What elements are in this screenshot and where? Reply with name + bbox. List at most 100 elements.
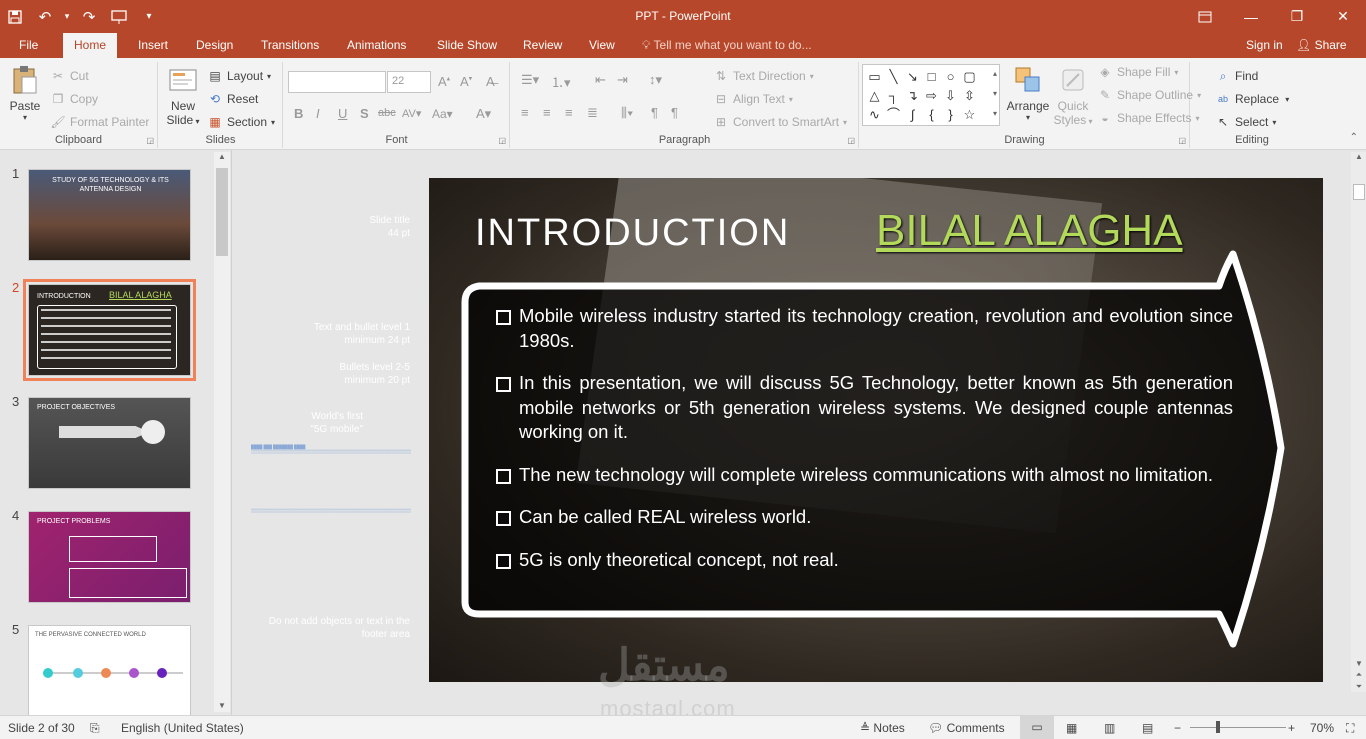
scroll-down-icon[interactable]: ▼ [214, 701, 230, 710]
slide-author[interactable]: BILAL ALAGHA [876, 206, 1183, 256]
language-indicator[interactable]: English (United States) [121, 721, 244, 735]
increase-font-icon[interactable]: A▴ [438, 74, 450, 89]
zoom-slider[interactable] [1190, 727, 1286, 728]
increase-indent-icon[interactable]: ⇥ [617, 72, 628, 88]
italic-icon[interactable]: I [316, 106, 320, 121]
scroll-up-icon[interactable]: ▲ [214, 152, 230, 161]
line-spacing-icon[interactable]: ↕▾ [649, 72, 662, 88]
zoom-in-icon[interactable]: + [1288, 721, 1295, 735]
reading-view-icon[interactable]: ▥ [1104, 721, 1115, 735]
editor-scroll-thumb[interactable] [1353, 184, 1365, 200]
layout-button[interactable]: ▤ Layout ▾ [207, 68, 271, 84]
tab-file[interactable]: File [8, 33, 49, 58]
find-button[interactable]: ⌕ Find [1215, 68, 1259, 84]
tab-design[interactable]: Design [185, 33, 244, 58]
rectangle-shape-icon[interactable]: □ [922, 67, 941, 86]
shapes-gallery[interactable]: ▭ ╲ ↘ □ ○ ▢ △ ┐ ↴ ⇨ ⇩ ⇳ ∿ ⌒ ∫ { } ☆ [862, 64, 1000, 126]
rtl-icon[interactable]: ¶ [651, 105, 658, 120]
clipboard-launcher-icon[interactable]: ◲ [146, 136, 154, 145]
align-right-icon[interactable]: ≡ [565, 105, 573, 120]
triangle-shape-icon[interactable]: △ [865, 86, 884, 105]
columns-icon[interactable]: ⫼▾ [621, 105, 633, 121]
text-direction-button[interactable]: ⇅ Text Direction ▾ [713, 68, 814, 84]
slideshow-view-icon[interactable]: ▤ [1142, 721, 1153, 735]
down-arrow-shape-icon[interactable]: ⇩ [941, 86, 960, 105]
tab-animations[interactable]: Animations [336, 33, 417, 58]
select-button[interactable]: ↖ Select ▾ [1215, 114, 1276, 130]
paragraph-launcher-icon[interactable]: ◲ [847, 136, 855, 145]
cut-button[interactable]: ✂ Cut [50, 68, 89, 84]
normal-view-icon[interactable]: ▭ [1020, 716, 1054, 739]
curve-shape-icon[interactable]: ∿ [865, 105, 884, 124]
shape-fill-button[interactable]: ◈ Shape Fill ▾ [1097, 64, 1178, 80]
minimize-icon[interactable]: — [1228, 0, 1274, 33]
editor-scroll-up-icon[interactable]: ▲ [1351, 152, 1366, 161]
font-color-icon[interactable]: A▾ [476, 106, 491, 122]
fit-to-window-icon[interactable]: ⛶ [1346, 721, 1354, 736]
tab-insert[interactable]: Insert [127, 33, 179, 58]
copy-button[interactable]: ❐ Copy [50, 91, 98, 107]
tab-slide-show[interactable]: Slide Show [426, 33, 508, 58]
drawing-launcher-icon[interactable]: ◲ [1178, 136, 1186, 145]
decrease-font-icon[interactable]: A▾ [460, 74, 472, 89]
clear-formatting-icon[interactable]: A̶ [486, 74, 495, 89]
shadow-icon[interactable]: S [360, 106, 369, 121]
restore-icon[interactable]: ❐ [1274, 0, 1320, 33]
slide-bullet-list[interactable]: Mobile wireless industry started its tec… [495, 304, 1233, 590]
arc-shape-icon[interactable]: ⌒ [884, 105, 903, 124]
arrow-line-shape-icon[interactable]: ↘ [903, 67, 922, 86]
customize-qat-icon[interactable]: ▾ [134, 0, 164, 33]
tab-view[interactable]: View [578, 33, 626, 58]
brace-left-icon[interactable]: { [922, 105, 941, 124]
zoom-slider-knob[interactable] [1216, 721, 1220, 733]
font-launcher-icon[interactable]: ◲ [498, 136, 506, 145]
align-center-icon[interactable]: ≡ [543, 105, 551, 120]
justify-icon[interactable]: ≣ [587, 105, 598, 121]
thumbnails-scroll-thumb[interactable] [216, 168, 228, 256]
bullet-item[interactable]: 5G is only theoretical concept, not real… [495, 548, 1233, 573]
tab-home[interactable]: Home [63, 33, 118, 58]
bullet-item[interactable]: In this presentation, we will discuss 5G… [495, 371, 1233, 445]
bullet-item[interactable]: Can be called REAL wireless world. [495, 505, 1233, 530]
font-size-box[interactable]: 22 [387, 71, 431, 93]
section-button[interactable]: ▦ Section ▾ [207, 114, 275, 130]
thumbnails-scrollbar[interactable]: ▲ ▼ [214, 152, 230, 712]
close-icon[interactable]: ✕ [1320, 0, 1366, 33]
tell-me-box[interactable]: 💡︎ Tell me what you want to do... [642, 33, 812, 58]
share-button[interactable]: 👤︎ Share [1296, 33, 1347, 58]
paste-dropdown-icon[interactable]: ▾ [4, 113, 46, 122]
slide-sorter-icon[interactable]: ▦ [1066, 721, 1077, 735]
slide-thumbnail-3[interactable]: PROJECT OBJECTIVES [28, 397, 191, 489]
slide-thumbnail-5[interactable]: THE PERVASIVE CONNECTED WORLD [28, 625, 191, 717]
save-icon[interactable] [0, 0, 30, 33]
editor-scrollbar[interactable]: ▲ ▼ ⏶ ⏷ [1351, 152, 1366, 692]
slide-canvas[interactable]: INTRODUCTION BILAL ALAGHA Mobile wireles… [429, 178, 1323, 682]
new-slide-button[interactable]: New Slide ▾ [163, 64, 203, 127]
elbow-arrow-icon[interactable]: ↴ [903, 86, 922, 105]
format-painter-button[interactable]: 🖌︎ Format Painter [50, 114, 149, 130]
reset-button[interactable]: ⟲ Reset [207, 91, 258, 107]
align-left-icon[interactable]: ≡ [521, 105, 529, 120]
slide-thumbnail-4[interactable]: PROJECT PROBLEMS [28, 511, 191, 603]
shape-outline-button[interactable]: ✎ Shape Outline ▾ [1097, 87, 1201, 103]
up-down-arrow-icon[interactable]: ⇳ [960, 86, 979, 105]
decrease-indent-icon[interactable]: ⇤ [595, 72, 606, 88]
bold-icon[interactable]: B [294, 106, 303, 121]
tab-transitions[interactable]: Transitions [250, 33, 330, 58]
change-case-icon[interactable]: Aa▾ [432, 107, 453, 121]
slide-thumbnail-2[interactable]: INTRODUCTION BILAL ALAGHA [23, 279, 196, 381]
present-icon[interactable] [104, 0, 134, 33]
slide-title[interactable]: INTRODUCTION [475, 212, 790, 255]
textbox-shape-icon[interactable]: ▭ [865, 67, 884, 86]
ribbon-display-options-icon[interactable] [1182, 0, 1228, 33]
strikethrough-icon[interactable]: abc [378, 107, 396, 119]
underline-icon[interactable]: U [338, 106, 347, 121]
bullets-icon[interactable]: ☰▾ [521, 72, 539, 88]
rounded-rect-shape-icon[interactable]: ▢ [960, 67, 979, 86]
oval-shape-icon[interactable]: ○ [941, 67, 960, 86]
ltr-icon[interactable]: ¶ [671, 105, 678, 120]
bullet-item[interactable]: The new technology will complete wireles… [495, 463, 1233, 488]
sign-in-link[interactable]: Sign in [1246, 33, 1283, 58]
convert-smartart-button[interactable]: ⊞ Convert to SmartArt ▾ [713, 114, 847, 130]
elbow-connector-icon[interactable]: ┐ [884, 86, 903, 105]
